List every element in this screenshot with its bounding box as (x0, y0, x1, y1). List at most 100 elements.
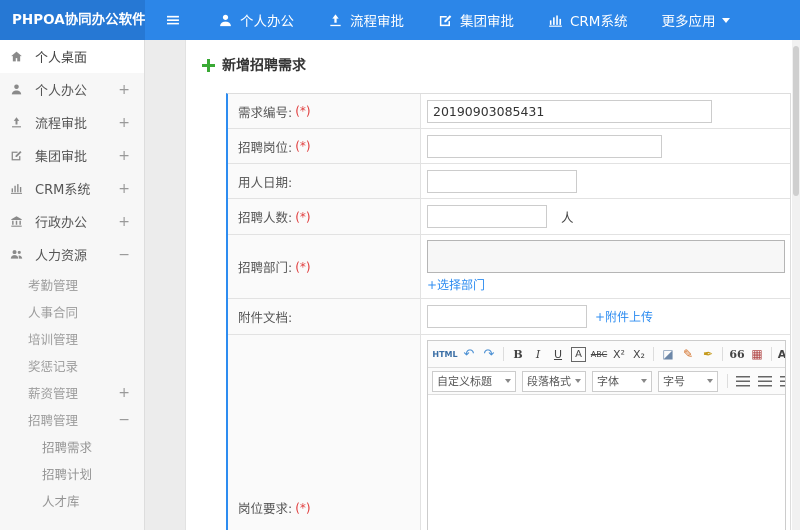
collapse-icon[interactable]: − (118, 247, 130, 263)
expand-icon[interactable]: + (118, 115, 130, 131)
department-textarea[interactable] (427, 240, 785, 273)
bold-icon[interactable]: B (509, 345, 527, 363)
required-marker: (*) (295, 139, 311, 153)
attachment-input[interactable] (427, 305, 587, 328)
editor-toolbar-row1: HTML ↶ ↷ B I U A ABC X² X₂ ◪ ✎ ✒ 66 ▦ (428, 341, 785, 368)
format-painter-icon[interactable]: ✎ (679, 345, 697, 363)
recruitment-request-form: 需求编号:(*) 招聘岗位:(*) 用人日期: (226, 93, 791, 530)
headcount-input[interactable] (427, 205, 547, 228)
sidebar-item-label: 培训管理 (28, 332, 79, 347)
html-source-button[interactable]: HTML (432, 345, 458, 363)
scrollbar-thumb[interactable] (793, 46, 799, 196)
subscript-icon[interactable]: X₂ (630, 345, 648, 363)
bar-chart-icon (548, 13, 563, 28)
sidebar-item-reward-punishment[interactable]: 奖惩记录 (0, 352, 144, 379)
field-label: 需求编号: (*) (228, 94, 421, 128)
sidebar-item-process-approval[interactable]: 流程审批 + (0, 106, 144, 139)
sidebar-item-training-mgmt[interactable]: 培训管理 (0, 325, 144, 352)
request-number-input[interactable] (427, 99, 712, 123)
sidebar-item-group-approval[interactable]: 集团审批 + (0, 139, 144, 172)
select-value: 字号 (663, 375, 685, 388)
sidebar-item-label: 奖惩记录 (28, 359, 79, 374)
form-row-recruit-position: 招聘岗位: (*) (228, 129, 790, 164)
select-value: 段落格式 (527, 375, 571, 388)
select-value: 自定义标题 (437, 375, 492, 388)
expand-icon[interactable]: + (118, 385, 130, 401)
editor-content-area[interactable] (428, 395, 785, 530)
sidebar-item-attendance-mgmt[interactable]: 考勤管理 (0, 271, 144, 298)
sidebar-item-recruitment-request[interactable]: 招聘需求 (0, 433, 144, 460)
field-label: 招聘岗位: (*) (228, 129, 421, 163)
expand-icon[interactable]: + (118, 82, 130, 98)
italic-icon[interactable]: I (529, 345, 547, 363)
form-row-headcount: 招聘人数: (*) 人 (228, 199, 790, 235)
nav-more-apps[interactable]: 更多应用 (644, 0, 747, 40)
sidebar-item-admin-office[interactable]: 行政办公 + (0, 205, 144, 238)
align-right-icon[interactable] (780, 375, 785, 387)
font-color-button[interactable]: A (777, 345, 785, 363)
sidebar-item-hr-contract[interactable]: 人事合同 (0, 298, 144, 325)
field-label: 附件文档: (228, 299, 421, 334)
edit-square-icon (438, 13, 453, 28)
remove-format-icon[interactable]: ◪ (659, 345, 677, 363)
label-text: 招聘人数: (238, 210, 293, 225)
chevron-down-icon (641, 379, 647, 383)
select-department-link[interactable]: +选择部门 (427, 276, 485, 293)
nav-group-approval[interactable]: 集团审批 (421, 0, 531, 40)
sidebar-item-label: 人才库 (42, 494, 80, 509)
nav-crm-system[interactable]: CRM系统 (531, 0, 644, 40)
highlight-pen-icon[interactable]: ✒ (699, 345, 717, 363)
nav-process-approval[interactable]: 流程审批 (311, 0, 421, 40)
font-family-select[interactable]: 字体 (592, 370, 652, 392)
paragraph-format-select[interactable]: 段落格式 (522, 370, 586, 392)
hire-date-input[interactable] (427, 169, 577, 193)
collapse-icon[interactable]: − (118, 412, 130, 428)
blockquote-icon[interactable]: 66 (728, 345, 746, 363)
edit-square-icon (10, 149, 27, 162)
emotion-icon[interactable]: ▦ (748, 345, 766, 363)
top-nav: 个人办公 流程审批 集团审批 CRM系统 更多应用 (201, 0, 747, 40)
font-size-select[interactable]: 字号 (658, 370, 718, 392)
person-icon (218, 13, 233, 28)
font-color-glyph: A (778, 348, 785, 361)
sidebar-item-salary-mgmt[interactable]: 薪资管理 + (0, 379, 144, 406)
chevron-down-icon (707, 379, 713, 383)
menu-toggle-icon[interactable]: ≡ (145, 0, 201, 40)
sidebar-item-human-resources[interactable]: 人力资源 − (0, 238, 144, 271)
sidebar-item-recruitment-plan[interactable]: 招聘计划 (0, 460, 144, 487)
strikethrough-icon[interactable]: ABC (590, 345, 608, 363)
redo-icon[interactable]: ↷ (480, 345, 498, 363)
select-value: 字体 (597, 375, 619, 388)
expand-icon[interactable]: + (118, 148, 130, 164)
sidebar-item-recruitment-mgmt[interactable]: 招聘管理 − (0, 406, 144, 433)
sidebar-item-label: 人力资源 (35, 249, 88, 264)
expand-icon[interactable]: + (118, 214, 130, 230)
sidebar-item-crm-system[interactable]: CRM系统 + (0, 172, 144, 205)
align-center-icon[interactable] (758, 375, 772, 387)
sidebar-item-personal-desktop[interactable]: 个人桌面 (0, 40, 144, 73)
attachment-upload-link[interactable]: +附件上传 (595, 308, 653, 325)
custom-title-select[interactable]: 自定义标题 (432, 370, 516, 392)
label-text: 附件文档: (238, 310, 293, 325)
expand-icon[interactable]: + (118, 181, 130, 197)
nav-label: 流程审批 (350, 14, 404, 30)
chevron-down-icon (722, 17, 731, 23)
sidebar-item-label: 行政办公 (35, 216, 88, 231)
sidebar-item-label: 个人办公 (35, 84, 88, 99)
sidebar-item-label: 人事合同 (28, 305, 79, 320)
undo-icon[interactable]: ↶ (460, 345, 478, 363)
font-border-icon[interactable]: A (571, 346, 586, 362)
recruit-position-input[interactable] (427, 134, 662, 158)
field-label: 招聘部门: (*) (228, 235, 421, 298)
field-value-cell (421, 129, 790, 163)
label-text: 需求编号: (238, 104, 293, 120)
sidebar-item-talent-pool[interactable]: 人才库 (0, 487, 144, 514)
underline-icon[interactable]: U (549, 345, 567, 363)
superscript-icon[interactable]: X² (610, 345, 628, 363)
vertical-scrollbar[interactable] (792, 40, 800, 530)
nav-label: 更多应用 (661, 14, 716, 30)
unit-label: 人 (561, 210, 574, 225)
sidebar-item-personal-office[interactable]: 个人办公 + (0, 73, 144, 106)
nav-personal-office[interactable]: 个人办公 (201, 0, 311, 40)
align-left-icon[interactable] (736, 375, 750, 387)
